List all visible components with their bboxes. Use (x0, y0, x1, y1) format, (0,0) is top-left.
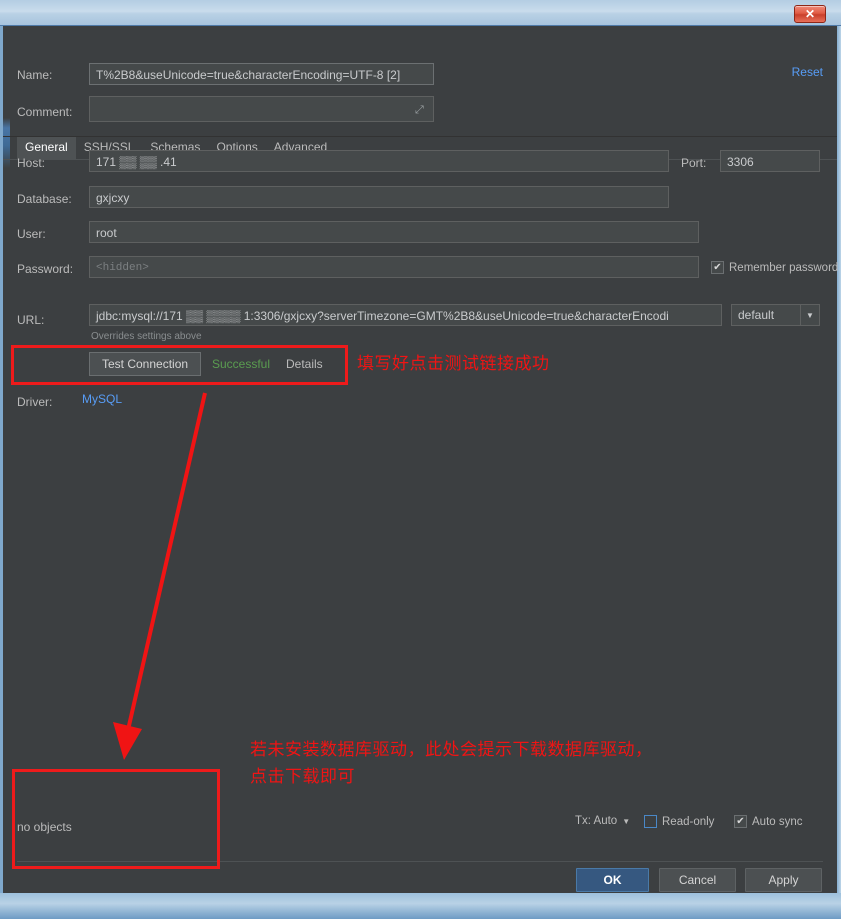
annotation-text-test-connection: 填写好点击测试链接成功 (357, 354, 550, 374)
test-connection-button[interactable]: Test Connection (89, 352, 202, 376)
chevron-down-icon: ▼ (622, 816, 631, 826)
comment-label: Comment: (17, 105, 73, 119)
url-input[interactable]: jdbc:mysql://171 ▒▒ ▒▒▒▒ 1:3306/gxjcxy?s… (89, 304, 722, 326)
url-mode-value: default (738, 308, 775, 322)
close-icon[interactable]: ✕ (794, 5, 826, 23)
password-label: Password: (17, 262, 74, 276)
details-link[interactable]: Details (286, 357, 323, 371)
checkmark-icon: ✔ (734, 815, 747, 828)
no-objects-text: no objects (17, 820, 72, 834)
database-label: Database: (17, 192, 72, 206)
read-only-checkbox[interactable]: Read-only (644, 815, 714, 828)
driver-label: Driver: (17, 395, 53, 409)
chevron-down-icon: ▼ (800, 305, 819, 325)
test-status-text: Successful (212, 357, 271, 371)
checkbox-empty-icon (644, 815, 657, 828)
host-label: Host: (17, 156, 46, 170)
annotation-text-driver-line2: 点击下载即可 (250, 767, 355, 787)
database-settings-window: ✕ Name: T%2B8&useUnicode=true&characterE… (0, 0, 841, 919)
cancel-button[interactable]: Cancel (659, 868, 736, 892)
driver-mysql-link[interactable]: MySQL (82, 392, 122, 406)
user-input[interactable]: root (89, 221, 699, 243)
read-only-label: Read-only (662, 815, 715, 828)
password-input[interactable]: <hidden> (89, 256, 699, 278)
remember-password-label: Remember password (729, 261, 839, 274)
overrides-note: Overrides settings above (91, 331, 202, 342)
name-label: Name: (17, 68, 53, 82)
database-input[interactable]: gxjcxy (89, 186, 669, 208)
window-bottom-border (0, 893, 841, 919)
port-label: Port: (681, 156, 707, 170)
window-right-border (837, 26, 841, 893)
annotation-text-driver-line1: 若未安装数据库驱动，此处会提示下载数据库驱动， (250, 740, 653, 760)
checkmark-icon: ✔ (711, 261, 724, 274)
url-mode-dropdown[interactable]: default ▼ (731, 304, 820, 326)
background-strip (3, 118, 10, 168)
name-input[interactable]: T%2B8&useUnicode=true&characterEncoding=… (89, 63, 434, 85)
ok-button[interactable]: OK (576, 868, 649, 892)
window-titlebar (0, 0, 841, 26)
host-input[interactable]: 171 ▒▒ ▒▒ .41 (89, 150, 669, 172)
apply-button[interactable]: Apply (745, 868, 822, 892)
bottom-pane-divider (17, 861, 823, 862)
expand-icon[interactable]: ⤢ (415, 104, 427, 116)
auto-sync-label: Auto sync (752, 815, 803, 828)
remember-password-checkbox[interactable]: ✔ Remember password (711, 261, 838, 274)
port-input[interactable]: 3306 (720, 150, 820, 172)
comment-input[interactable] (89, 96, 434, 122)
user-label: User: (17, 227, 46, 241)
reset-link[interactable]: Reset (792, 65, 823, 79)
tx-auto-dropdown[interactable]: Tx: Auto ▼ (575, 815, 630, 827)
tx-auto-label: Tx: Auto (575, 815, 618, 827)
url-label: URL: (17, 313, 45, 327)
auto-sync-checkbox[interactable]: ✔ Auto sync (734, 815, 803, 828)
